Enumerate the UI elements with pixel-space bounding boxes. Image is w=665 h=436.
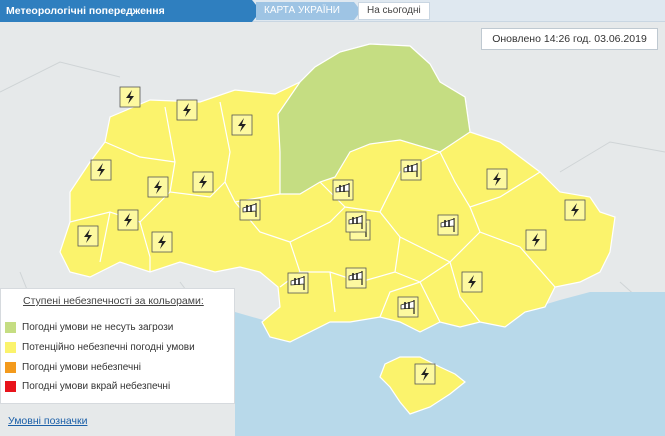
legend-swatch-orange	[5, 362, 16, 373]
legend-symbols-link[interactable]: Умовні позначки	[8, 415, 87, 427]
legend-panel: Ступені небезпечності за кольорами: Пого…	[0, 288, 235, 404]
updated-timestamp: Оновлено 14:26 год. 03.06.2019	[481, 28, 658, 50]
page: Метеорологічні попередження КАРТА УКРАЇН…	[0, 0, 665, 436]
wind-icon[interactable]	[345, 211, 367, 233]
wind-icon[interactable]	[239, 199, 261, 221]
wind-icon[interactable]	[332, 179, 354, 201]
legend-label: Погодні умови небезпечні	[22, 362, 141, 373]
wind-icon[interactable]	[437, 214, 459, 236]
thunderstorm-icon[interactable]	[176, 99, 198, 121]
thunderstorm-icon[interactable]	[486, 168, 508, 190]
legend-swatch-green	[5, 322, 16, 333]
legend-swatch-red	[5, 381, 16, 392]
thunderstorm-icon[interactable]	[414, 363, 436, 385]
thunderstorm-icon[interactable]	[77, 225, 99, 247]
legend-swatch-yellow	[5, 342, 16, 353]
wind-icon[interactable]	[397, 296, 419, 318]
top-bar: Метеорологічні попередження КАРТА УКРАЇН…	[0, 0, 665, 22]
thunderstorm-icon[interactable]	[119, 86, 141, 108]
legend-label: Погодні умови не несуть загрози	[22, 322, 174, 333]
tab-today[interactable]: На сьогодні	[358, 2, 430, 20]
wind-icon[interactable]	[287, 272, 309, 294]
page-title: Метеорологічні попередження	[0, 0, 261, 22]
thunderstorm-icon[interactable]	[117, 209, 139, 231]
thunderstorm-icon[interactable]	[90, 159, 112, 181]
thunderstorm-icon[interactable]	[151, 231, 173, 253]
legend-label: Потенційно небезпечні погодні умови	[22, 342, 195, 353]
legend-label: Погодні умови вкрай небезпечні	[22, 381, 171, 392]
wind-icon[interactable]	[345, 267, 367, 289]
thunderstorm-icon[interactable]	[192, 171, 214, 193]
tab-ukraine-map[interactable]: КАРТА УКРАЇНИ	[256, 2, 361, 20]
thunderstorm-icon[interactable]	[564, 199, 586, 221]
thunderstorm-icon[interactable]	[525, 229, 547, 251]
wind-icon[interactable]	[400, 159, 422, 181]
thunderstorm-icon[interactable]	[461, 271, 483, 293]
legend-title: Ступені небезпечності за кольорами:	[23, 295, 204, 307]
thunderstorm-icon[interactable]	[231, 114, 253, 136]
thunderstorm-icon[interactable]	[147, 176, 169, 198]
